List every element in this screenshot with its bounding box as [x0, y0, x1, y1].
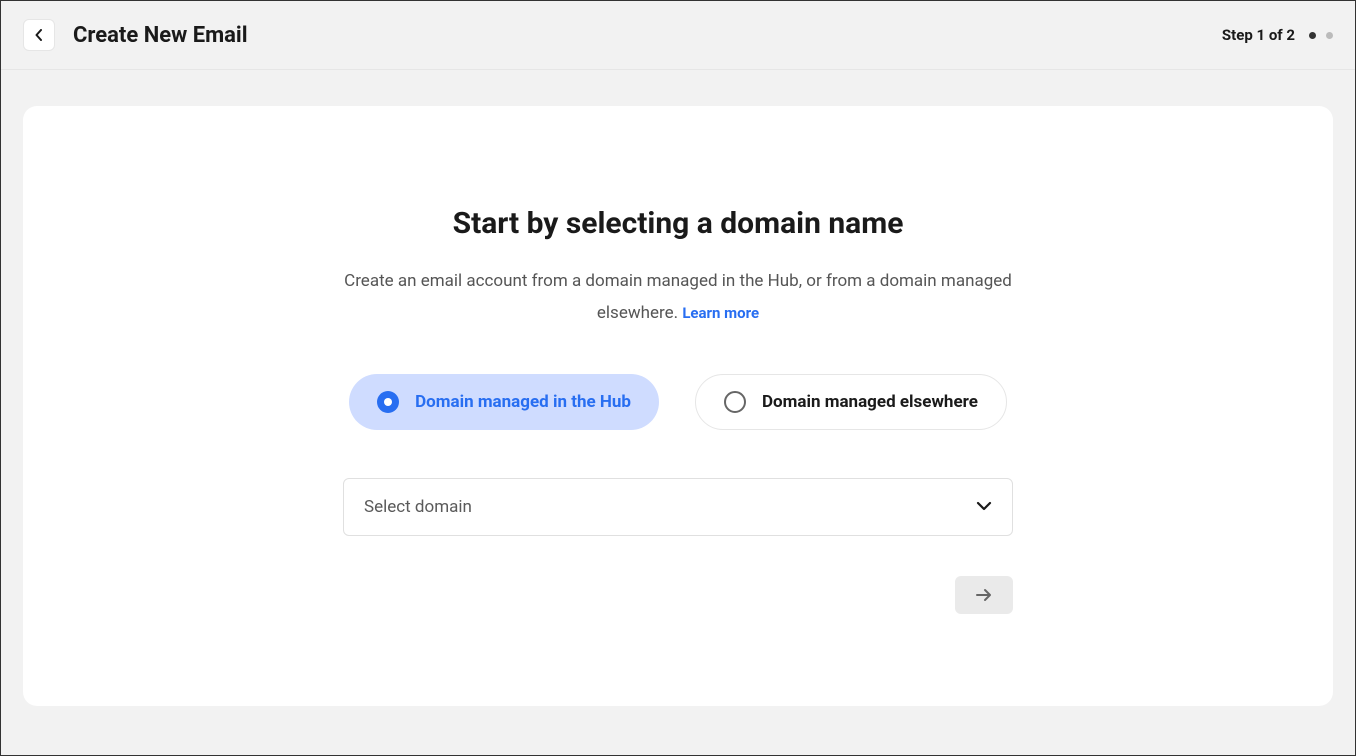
topbar: Create New Email Step 1 of 2: [1, 1, 1355, 70]
chevron-left-icon: [35, 29, 43, 41]
arrow-right-icon: [975, 588, 993, 602]
step-dot-2: [1326, 32, 1333, 39]
step-indicator-label: Step 1 of 2: [1222, 26, 1295, 44]
option-domain-hub-label: Domain managed in the Hub: [415, 392, 631, 412]
main-card: Start by selecting a domain name Create …: [23, 106, 1333, 706]
page-title: Create New Email: [73, 23, 248, 48]
sub-text: Create an email account from a domain ma…: [308, 265, 1048, 330]
radio-unselected-icon: [724, 391, 746, 413]
step-dots: [1309, 32, 1333, 39]
step-dot-1: [1309, 32, 1316, 39]
option-domain-elsewhere-label: Domain managed elsewhere: [762, 392, 978, 412]
option-domain-hub[interactable]: Domain managed in the Hub: [349, 374, 659, 430]
back-button[interactable]: [23, 19, 55, 51]
sub-text-body: Create an email account from a domain ma…: [344, 271, 1012, 323]
select-domain-placeholder: Select domain: [364, 497, 472, 517]
learn-more-link[interactable]: Learn more: [682, 304, 759, 322]
main-heading: Start by selecting a domain name: [308, 206, 1048, 241]
select-domain-dropdown[interactable]: Select domain: [343, 478, 1013, 536]
radio-selected-icon: [377, 391, 399, 413]
next-button[interactable]: [955, 576, 1013, 614]
option-domain-elsewhere[interactable]: Domain managed elsewhere: [695, 374, 1007, 430]
domain-source-options: Domain managed in the Hub Domain managed…: [308, 374, 1048, 430]
chevron-down-icon: [976, 499, 992, 515]
